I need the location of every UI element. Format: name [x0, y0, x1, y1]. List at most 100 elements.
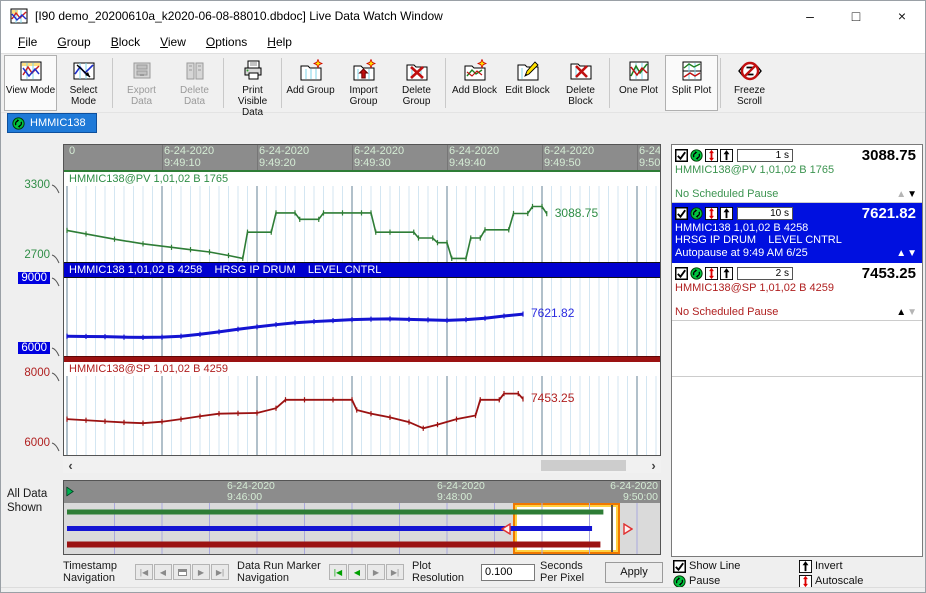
split-plot-button[interactable]: Split Plot — [665, 55, 718, 111]
chart-pv-plot[interactable]: 3088.75 — [64, 186, 660, 262]
add-block-button[interactable]: Add Block — [448, 55, 501, 111]
tick-curve — [51, 347, 60, 357]
close-button[interactable]: × — [879, 1, 925, 31]
minimize-button[interactable]: – — [787, 1, 833, 31]
move-down-arrow[interactable]: ▼ — [907, 248, 918, 259]
plot-horizontal-scrollbar[interactable]: ‹ › — [63, 458, 661, 473]
delete-block-button[interactable]: Delete Block — [554, 55, 607, 111]
move-down-arrow[interactable]: ▼ — [907, 189, 918, 200]
reorder-arrows[interactable]: ▲▼ — [896, 248, 918, 259]
timestamp-dialog-button[interactable] — [173, 564, 191, 580]
watch-entry-pv[interactable]: 1 s 3088.75 HMMIC138@PV 1,01,02 B 1765 N… — [672, 145, 922, 203]
print-visible-data-button[interactable]: Print Visible Data — [226, 55, 279, 111]
menu-help[interactable]: Help — [258, 33, 301, 51]
app-icon — [10, 7, 28, 25]
add-group-button[interactable]: Add Group — [284, 55, 337, 111]
sample-interval-field[interactable]: 2 s — [737, 267, 793, 280]
freeze-scroll-button[interactable]: Freeze Scroll — [723, 55, 776, 111]
plot-area[interactable]: 06-24-20209:49:106-24-20209:49:206-24-20… — [63, 144, 661, 456]
enabled-checkbox[interactable] — [675, 207, 688, 220]
move-up-arrow[interactable]: ▲ — [896, 189, 907, 200]
pause-icon — [673, 575, 686, 588]
menu-view[interactable]: View — [151, 33, 195, 51]
chart-sp-title: HMMIC138@SP 1,01,02 B 4259 — [64, 362, 660, 376]
scrollbar-thumb[interactable] — [541, 460, 626, 471]
current-value: 3088.75 — [862, 147, 916, 164]
watch-entry-block[interactable]: 10 s 7621.82 HMMIC138 1,01,02 B 4258 HRS… — [672, 203, 922, 263]
y-tick-sp-max: 8000 — [1, 367, 60, 382]
select-mode-button[interactable]: Select Mode — [57, 55, 110, 111]
pause-icon[interactable] — [690, 267, 703, 280]
tab-label: HMMIC138 — [30, 117, 86, 129]
data-run-last-button[interactable]: ▶| — [386, 564, 404, 580]
chart-block-plot[interactable]: 7621.82 — [64, 278, 660, 356]
autoscale-icon[interactable] — [705, 267, 718, 280]
time-axis-label: 0 — [69, 146, 75, 158]
timestamp-next-button[interactable]: ▶ — [192, 564, 210, 580]
toolbar-separator — [445, 58, 446, 108]
plot-resolution-input[interactable] — [481, 564, 535, 581]
one-plot-button[interactable]: One Plot — [612, 55, 665, 111]
timestamp-nav-buttons: |◀ ◀ ▶ ▶| — [135, 564, 229, 580]
view-mode-button[interactable]: View Mode — [4, 55, 57, 111]
invert-icon[interactable] — [720, 207, 733, 220]
autoscale-icon[interactable] — [705, 207, 718, 220]
import-group-button[interactable]: Import Group — [337, 55, 390, 111]
timestamp-first-button[interactable]: |◀ — [135, 564, 153, 580]
time-axis-label: 6-24-20209:49:20 — [259, 146, 309, 169]
freeze-scroll-icon — [737, 59, 763, 83]
edit-block-button[interactable]: Edit Block — [501, 55, 554, 111]
scroll-right-arrow[interactable]: › — [646, 458, 661, 473]
enabled-checkbox[interactable] — [675, 149, 688, 162]
pause-status: Autopause at 9:49 AM 6/25 — [675, 247, 808, 259]
range-right-marker[interactable] — [623, 523, 633, 535]
menu-options[interactable]: Options — [197, 33, 256, 51]
chart-block-title: HMMIC138 1,01,02 B 4258 HRSG IP DRUM LEV… — [64, 262, 660, 278]
chart-sp-plot[interactable]: 7453.25 — [64, 376, 660, 455]
menu-group[interactable]: Group — [48, 33, 99, 51]
entry-name: HMMIC138 1,01,02 B 4258 — [675, 222, 918, 234]
y-tick-sp-min: 6000 — [1, 437, 60, 452]
legend-invert: Invert — [799, 559, 923, 573]
pause-icon[interactable] — [690, 207, 703, 220]
reorder-arrows[interactable]: ▲▼ — [896, 307, 918, 318]
move-up-arrow[interactable]: ▲ — [896, 248, 907, 259]
import-group-icon — [351, 59, 377, 83]
reorder-arrows[interactable]: ▲▼ — [896, 189, 918, 200]
watch-entry-sp[interactable]: 2 s 7453.25 HMMIC138@SP 1,01,02 B 4259 N… — [672, 263, 922, 321]
scroll-left-arrow[interactable]: ‹ — [63, 458, 78, 473]
entry-name: HMMIC138@SP 1,01,02 B 4259 — [675, 282, 918, 294]
y-tick-block-min: 6000 — [1, 342, 60, 357]
one-plot-label: One Plot — [619, 85, 658, 96]
range-left-marker[interactable] — [501, 523, 511, 535]
time-header-divider — [352, 145, 353, 170]
menu-bar: File Group Block View Options Help — [1, 31, 925, 53]
delete-group-button[interactable]: Delete Group — [390, 55, 443, 111]
sample-interval-field[interactable]: 10 s — [737, 207, 793, 220]
entry-description: HRSG IP DRUM LEVEL CNTRL — [675, 234, 918, 246]
legend-show-line: Show Line — [673, 559, 799, 573]
pause-icon[interactable] — [690, 149, 703, 162]
apply-button[interactable]: Apply — [605, 562, 663, 583]
timestamp-last-button[interactable]: ▶| — [211, 564, 229, 580]
data-overview-strip[interactable]: 6-24-20209:46:006-24-20209:48:006-24-202… — [63, 480, 661, 555]
overview-body[interactable] — [64, 503, 660, 554]
invert-icon[interactable] — [720, 267, 733, 280]
icon-legend: Show Line Invert Pause Autoscale — [673, 559, 923, 588]
menu-block[interactable]: Block — [102, 33, 149, 51]
maximize-button[interactable]: □ — [833, 1, 879, 31]
move-down-arrow[interactable]: ▼ — [907, 307, 918, 318]
invert-icon[interactable] — [720, 149, 733, 162]
enabled-checkbox[interactable] — [675, 267, 688, 280]
sample-interval-field[interactable]: 1 s — [737, 149, 793, 162]
data-run-next-button[interactable]: ▶ — [367, 564, 385, 580]
data-run-first-button[interactable]: |◀ — [329, 564, 347, 580]
tick-curve — [51, 442, 60, 452]
export-data-label: Export Data — [116, 85, 167, 107]
data-run-prev-button[interactable]: ◀ — [348, 564, 366, 580]
timestamp-prev-button[interactable]: ◀ — [154, 564, 172, 580]
move-up-arrow[interactable]: ▲ — [896, 307, 907, 318]
tab-hmmic138[interactable]: HMMIC138 — [7, 113, 97, 133]
menu-file[interactable]: File — [9, 33, 46, 51]
autoscale-icon[interactable] — [705, 149, 718, 162]
